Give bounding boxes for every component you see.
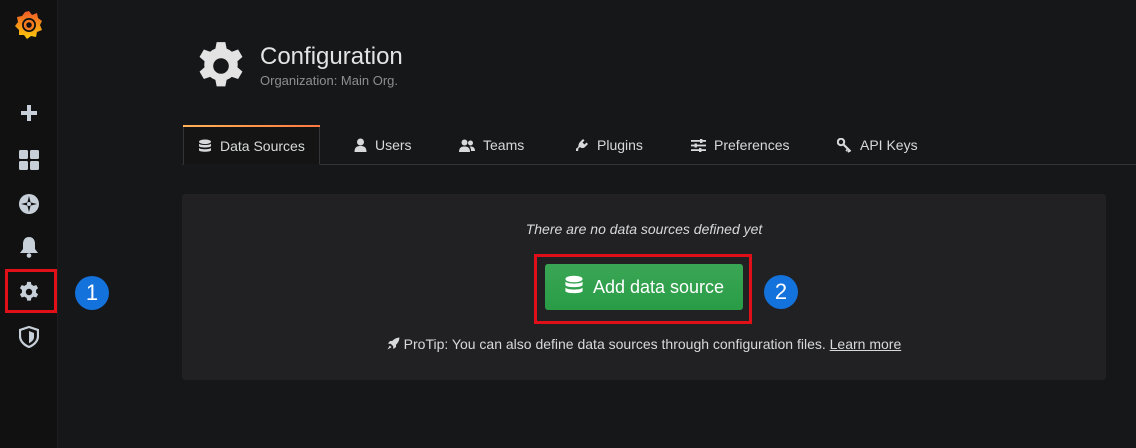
page-subtitle: Organization: Main Org. — [260, 73, 399, 88]
tab-users[interactable]: Users — [354, 125, 412, 165]
rocket-icon — [387, 337, 400, 353]
key-icon — [837, 137, 852, 153]
create-icon[interactable] — [0, 93, 58, 133]
tab-label: Teams — [483, 137, 525, 153]
tab-plugins[interactable]: Plugins — [575, 125, 643, 165]
tab-label: Plugins — [597, 137, 643, 153]
protip: ProTip: You can also define data sources… — [182, 336, 1106, 353]
page-title: Configuration — [260, 43, 403, 70]
alerting-icon[interactable] — [0, 227, 58, 267]
tabs-divider — [182, 164, 1136, 165]
tab-data-sources[interactable]: Data Sources — [183, 125, 320, 165]
user-icon — [354, 138, 367, 152]
tab-label: Data Sources — [220, 137, 305, 154]
plug-icon — [575, 138, 589, 152]
configuration-gear-icon — [195, 40, 247, 97]
tab-label: API Keys — [860, 137, 918, 153]
sliders-icon — [691, 138, 706, 152]
learn-more-link[interactable]: Learn more — [830, 336, 902, 352]
protip-text: ProTip: You can also define data sources… — [403, 336, 826, 352]
database-icon — [198, 139, 212, 153]
highlight-box-configuration — [5, 269, 57, 313]
sidebar — [0, 0, 58, 448]
tab-preferences[interactable]: Preferences — [691, 125, 789, 165]
server-admin-icon[interactable] — [0, 317, 58, 357]
tab-label: Users — [375, 137, 412, 153]
empty-state-text: There are no data sources defined yet — [525, 221, 763, 237]
highlight-box-add-data-source — [534, 254, 752, 324]
grafana-logo-icon[interactable] — [0, 4, 58, 46]
step-badge-2: 2 — [764, 275, 798, 309]
dashboards-icon[interactable] — [0, 140, 58, 180]
explore-icon[interactable] — [0, 184, 58, 224]
step-badge-1: 1 — [75, 276, 109, 310]
tab-teams[interactable]: Teams — [459, 125, 524, 165]
tab-label: Preferences — [714, 137, 790, 153]
users-icon — [459, 139, 475, 152]
tab-api-keys[interactable]: API Keys — [837, 125, 918, 165]
